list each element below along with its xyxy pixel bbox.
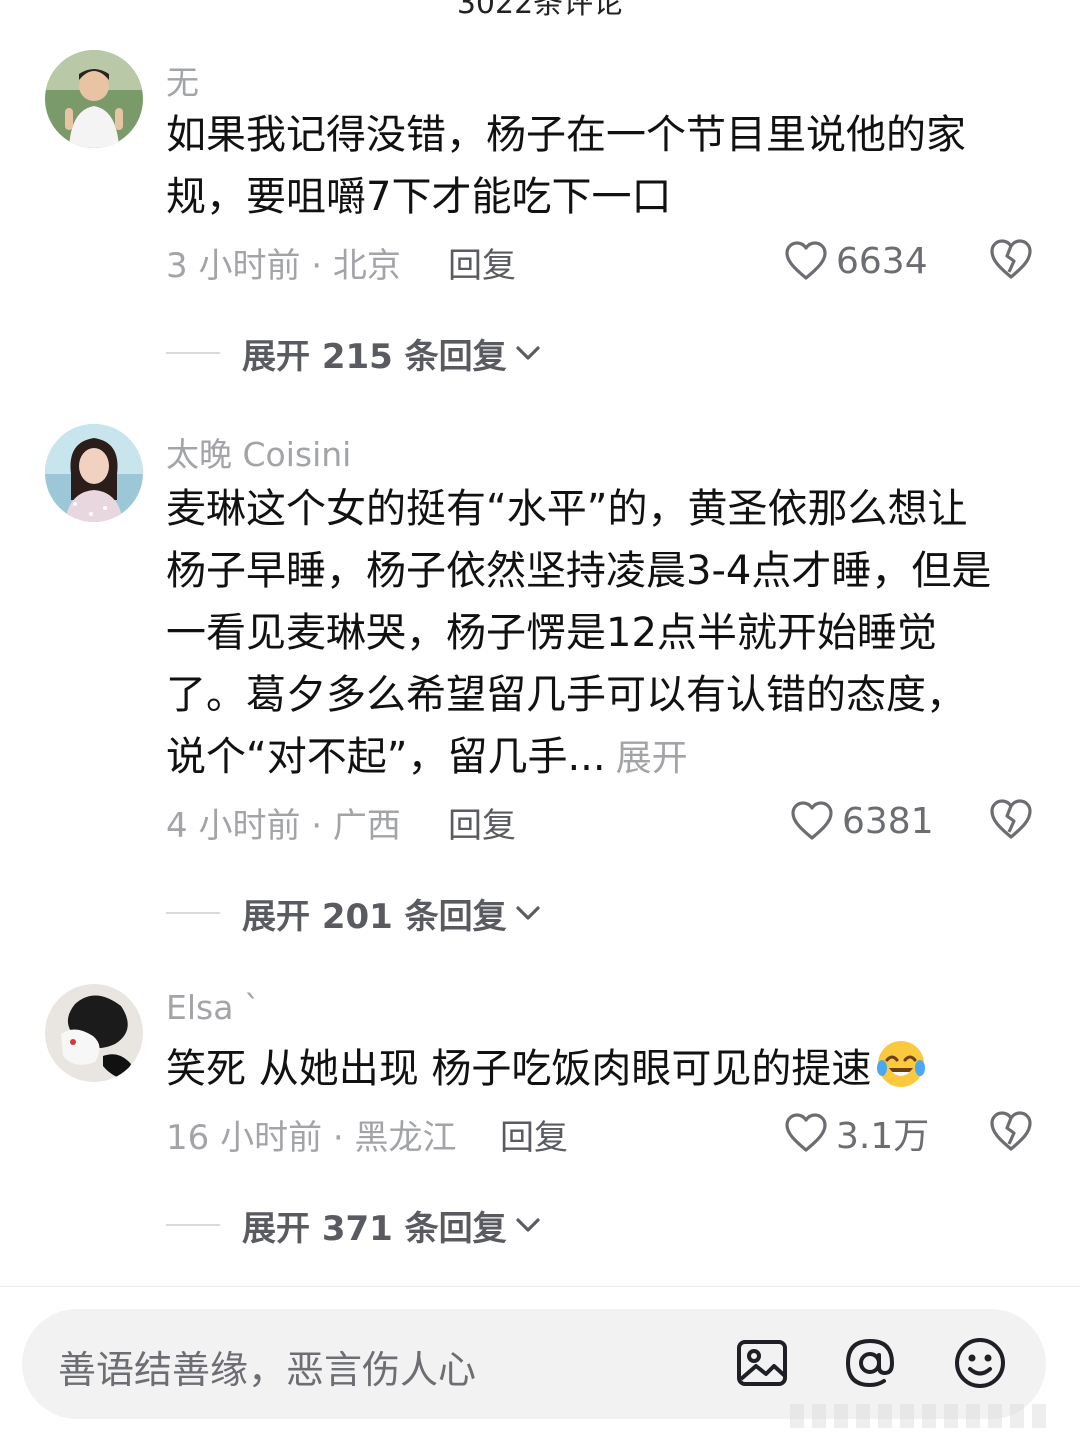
emoji-icon[interactable] (950, 1333, 1010, 1393)
comments-count-title: 3022条评论 (456, 0, 624, 21)
divider (166, 1224, 220, 1226)
heart-outline-icon (785, 1113, 827, 1152)
heart-outline-icon (791, 801, 833, 840)
avatar[interactable] (45, 50, 143, 148)
like-count: 6634 (836, 240, 928, 282)
comment-text-line-content: 说个“对不起”，留几手... (166, 734, 606, 780)
comment-text-line: 说个“对不起”，留几手... 展开 (166, 726, 1036, 790)
time-location: 3 小时前 · 北京 (166, 246, 401, 286)
comment-input[interactable]: 善语结善缘，恶言伤人心 (22, 1309, 1046, 1419)
like-count: 6381 (842, 800, 934, 842)
comment-input-placeholder: 善语结善缘，恶言伤人心 (58, 1348, 477, 1392)
username[interactable]: Elsa ` (166, 988, 260, 1027)
comment-meta: 4 小时前 · 广西 (166, 798, 401, 846)
time-location: 4 小时前 · 广西 (166, 806, 401, 846)
comment-text-line: 如果我记得没错，杨子在一个节目里说他的家 (166, 112, 966, 158)
dislike-button[interactable] (988, 796, 1034, 842)
expand-replies-label: 展开 215 条回复 (242, 336, 507, 377)
reply-button[interactable]: 回复 (500, 1110, 568, 1159)
comment-meta: 3 小时前 · 北京 (166, 238, 401, 286)
chevron-down-icon (516, 346, 540, 360)
heart-outline-icon (785, 241, 827, 280)
like-button[interactable]: 6381 (790, 796, 934, 846)
divider (166, 352, 220, 354)
reply-button[interactable]: 回复 (448, 238, 516, 287)
comment-text: 如果我记得没错，杨子在一个节目里说他的家 规，要咀嚼7下才能吃下一口 (166, 104, 1036, 228)
comment-text-line: 麦琳这个女的挺有“水平”的，黄圣依那么想让 (166, 486, 968, 532)
comment-text-line: 规，要咀嚼7下才能吃下一口 (166, 174, 672, 220)
expand-replies-label: 展开 201 条回复 (242, 896, 507, 937)
time-location: 16 小时前 · 黑龙江 (166, 1118, 457, 1158)
chevron-down-icon (516, 906, 540, 920)
dislike-button[interactable] (988, 236, 1034, 282)
dislike-button[interactable] (988, 1108, 1034, 1154)
like-button[interactable]: 3.1万 (784, 1108, 929, 1158)
comment-text-line: 杨子早睡，杨子依然坚持凌晨3-4点才睡，但是 (166, 548, 992, 594)
avatar[interactable] (45, 984, 143, 1082)
like-count: 3.1万 (836, 1116, 930, 1157)
comment-text-line: 笑死 从她出现 杨子吃饭肉眼可见的提速 (166, 1038, 1036, 1100)
expand-replies-button[interactable]: 展开 215 条回复 (166, 328, 545, 378)
avatar[interactable] (45, 424, 143, 522)
divider (166, 912, 220, 914)
comment-text-line: 了。葛夕多么希望留几手可以有认错的态度， (166, 672, 966, 718)
username[interactable]: 太晚 Coisini (166, 428, 351, 476)
at-icon[interactable] (840, 1333, 900, 1393)
broken-heart-icon (990, 239, 1032, 279)
watermark (790, 1404, 1050, 1428)
comment-text: 麦琳这个女的挺有“水平”的，黄圣依那么想让 杨子早睡，杨子依然坚持凌晨3-4点才… (166, 478, 1036, 790)
comment-text: 笑死 从她出现 杨子吃饭肉眼可见的提速 (166, 1038, 1036, 1100)
reply-button[interactable]: 回复 (448, 798, 516, 847)
image-icon[interactable] (732, 1333, 792, 1393)
broken-heart-icon (990, 799, 1032, 839)
chevron-down-icon (516, 1218, 540, 1232)
like-button[interactable]: 6634 (784, 236, 928, 286)
comments-page: 3022条评论 无 如果我记得没错，杨子在一个节目里说他的家 规，要咀嚼7下才能… (0, 0, 1080, 1440)
expand-replies-button[interactable]: 展开 371 条回复 (166, 1200, 545, 1250)
comment-text-line-content: 笑死 从她出现 杨子吃饭肉眼可见的提速 (166, 1046, 872, 1092)
username[interactable]: 无 (166, 56, 199, 104)
comment-meta: 16 小时前 · 黑龙江 (166, 1110, 457, 1158)
expand-text-button[interactable]: 展开 (616, 738, 688, 779)
broken-heart-icon (990, 1111, 1032, 1151)
crying-laughing-emoji (877, 1041, 926, 1087)
expand-replies-button[interactable]: 展开 201 条回复 (166, 888, 545, 938)
comment-text-line: 一看见麦琳哭，杨子愣是12点半就开始睡觉 (166, 610, 937, 656)
expand-replies-label: 展开 371 条回复 (242, 1208, 507, 1249)
